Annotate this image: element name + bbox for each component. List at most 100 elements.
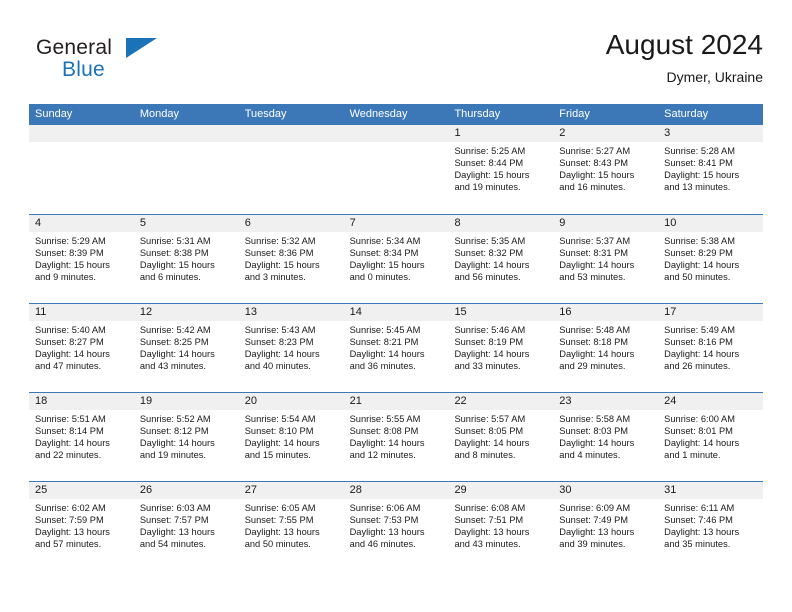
- calendar-day-cell-26[interactable]: 26 Sunrise: 6:03 AM Sunset: 7:57 PM Dayl…: [133, 482, 239, 570]
- sunset-time: Sunset: 8:12 PM: [139, 426, 209, 437]
- daylight-line-1: Daylight: 14 hours: [664, 260, 740, 271]
- daylight-line-1: Daylight: 14 hours: [139, 438, 215, 449]
- sunrise-time: Sunrise: 6:02 AM: [35, 503, 106, 513]
- daylight-line-1: Daylight: 14 hours: [244, 438, 320, 449]
- day-details: Sunrise: 6:11 AM Sunset: 7:46 PM Dayligh…: [658, 499, 763, 550]
- calendar-day-cell-4[interactable]: 4 Sunrise: 5:29 AM Sunset: 8:39 PM Dayli…: [29, 215, 134, 303]
- calendar-page: General Blue August 2024 Dymer, Ukraine …: [0, 0, 792, 612]
- calendar-day-cell-28[interactable]: 28 Sunrise: 6:06 AM Sunset: 7:53 PM Dayl…: [343, 482, 449, 570]
- daylight-line-2: and 15 minutes.: [244, 450, 311, 461]
- page-title: August 2024: [605, 29, 763, 60]
- daylight-line-2: and 8 minutes.: [454, 450, 516, 461]
- daylight-line-1: Daylight: 13 hours: [664, 527, 740, 538]
- calendar-day-cell-27[interactable]: 27 Sunrise: 6:05 AM Sunset: 7:55 PM Dayl…: [238, 482, 344, 570]
- sunset-time: Sunset: 8:21 PM: [349, 337, 419, 348]
- calendar-week-row-3: 11 Sunrise: 5:40 AM Sunset: 8:27 PM Dayl…: [29, 303, 764, 392]
- day-details: Sunrise: 5:43 AM Sunset: 8:23 PM Dayligh…: [239, 321, 344, 372]
- sunset-time: Sunset: 8:18 PM: [559, 337, 629, 348]
- calendar-day-cell-6[interactable]: 6 Sunrise: 5:32 AM Sunset: 8:36 PM Dayli…: [238, 215, 344, 303]
- calendar-day-cell-14[interactable]: 14 Sunrise: 5:45 AM Sunset: 8:21 PM Dayl…: [343, 304, 449, 392]
- daylight-line-1: Daylight: 13 hours: [559, 527, 635, 538]
- day-number: 9: [553, 215, 659, 232]
- daylight-line-2: and 35 minutes.: [664, 539, 731, 550]
- calendar-day-cell-31[interactable]: 31 Sunrise: 6:11 AM Sunset: 7:46 PM Dayl…: [658, 482, 764, 570]
- calendar-day-cell-16[interactable]: 16 Sunrise: 5:48 AM Sunset: 8:18 PM Dayl…: [553, 304, 659, 392]
- sunset-time: Sunset: 7:59 PM: [35, 515, 104, 526]
- daylight-line-1: Daylight: 14 hours: [35, 438, 110, 449]
- sunset-time: Sunset: 8:08 PM: [349, 426, 419, 437]
- sunrise-time: Sunrise: 5:49 AM: [664, 325, 735, 335]
- calendar-day-cell-3[interactable]: 3 Sunrise: 5:28 AM Sunset: 8:41 PM Dayli…: [658, 125, 764, 214]
- daylight-line-2: and 50 minutes.: [244, 539, 311, 550]
- sunset-time: Sunset: 8:41 PM: [664, 158, 733, 169]
- sunrise-time: Sunrise: 5:45 AM: [349, 325, 421, 335]
- daylight-line-2: and 1 minute.: [664, 450, 721, 461]
- calendar-day-cell-empty: [343, 125, 449, 214]
- general-blue-logo[interactable]: General Blue: [29, 36, 249, 92]
- calendar-day-cell-10[interactable]: 10 Sunrise: 5:38 AM Sunset: 8:29 PM Dayl…: [658, 215, 764, 303]
- calendar-day-cell-1[interactable]: 1 Sunrise: 5:25 AM Sunset: 8:44 PM Dayli…: [448, 125, 554, 214]
- daylight-line-1: Daylight: 14 hours: [559, 349, 635, 360]
- calendar-day-cell-23[interactable]: 23 Sunrise: 5:58 AM Sunset: 8:03 PM Dayl…: [553, 393, 659, 481]
- day-details: Sunrise: 5:28 AM Sunset: 8:41 PM Dayligh…: [658, 142, 763, 193]
- sunrise-time: Sunrise: 5:57 AM: [454, 414, 526, 424]
- calendar-day-cell-24[interactable]: 24 Sunrise: 6:00 AM Sunset: 8:01 PM Dayl…: [658, 393, 764, 481]
- sunrise-time: Sunrise: 5:28 AM: [664, 146, 735, 156]
- calendar-day-cell-8[interactable]: 8 Sunrise: 5:35 AM Sunset: 8:32 PM Dayli…: [448, 215, 554, 303]
- day-number: 12: [133, 304, 239, 321]
- sunset-time: Sunset: 7:57 PM: [139, 515, 209, 526]
- sunset-time: Sunset: 8:32 PM: [454, 248, 524, 259]
- calendar-day-cell-30[interactable]: 30 Sunrise: 6:09 AM Sunset: 7:49 PM Dayl…: [553, 482, 659, 570]
- daylight-line-2: and 43 minutes.: [139, 361, 207, 372]
- day-number: 23: [553, 393, 659, 410]
- weekday-header-sunday: Sunday: [35, 108, 73, 120]
- day-number: 14: [343, 304, 449, 321]
- day-number: 16: [553, 304, 659, 321]
- day-number: [238, 125, 344, 142]
- day-details: Sunrise: 5:40 AM Sunset: 8:27 PM Dayligh…: [29, 321, 134, 372]
- daylight-line-1: Daylight: 13 hours: [349, 527, 425, 538]
- day-number: 31: [658, 482, 764, 499]
- daylight-line-2: and 0 minutes.: [349, 272, 411, 283]
- sunrise-time: Sunrise: 5:34 AM: [349, 236, 421, 246]
- calendar-day-cell-22[interactable]: 22 Sunrise: 5:57 AM Sunset: 8:05 PM Dayl…: [448, 393, 554, 481]
- daylight-line-1: Daylight: 14 hours: [244, 349, 320, 360]
- day-number: 21: [343, 393, 449, 410]
- day-number: [133, 125, 239, 142]
- day-number: [29, 125, 134, 142]
- sunset-time: Sunset: 8:01 PM: [664, 426, 733, 437]
- calendar-day-cell-5[interactable]: 5 Sunrise: 5:31 AM Sunset: 8:38 PM Dayli…: [133, 215, 239, 303]
- calendar-day-cell-17[interactable]: 17 Sunrise: 5:49 AM Sunset: 8:16 PM Dayl…: [658, 304, 764, 392]
- day-number: 18: [29, 393, 134, 410]
- calendar-day-cell-13[interactable]: 13 Sunrise: 5:43 AM Sunset: 8:23 PM Dayl…: [238, 304, 344, 392]
- calendar-day-cell-29[interactable]: 29 Sunrise: 6:08 AM Sunset: 7:51 PM Dayl…: [448, 482, 554, 570]
- daylight-line-2: and 3 minutes.: [244, 272, 306, 283]
- weekday-header-wednesday: Wednesday: [349, 108, 408, 120]
- day-details: [239, 142, 344, 145]
- calendar-day-cell-25[interactable]: 25 Sunrise: 6:02 AM Sunset: 7:59 PM Dayl…: [29, 482, 134, 570]
- calendar-day-cell-20[interactable]: 20 Sunrise: 5:54 AM Sunset: 8:10 PM Dayl…: [238, 393, 344, 481]
- calendar-day-cell-11[interactable]: 11 Sunrise: 5:40 AM Sunset: 8:27 PM Dayl…: [29, 304, 134, 392]
- calendar-day-cell-19[interactable]: 19 Sunrise: 5:52 AM Sunset: 8:12 PM Dayl…: [133, 393, 239, 481]
- sunrise-time: Sunrise: 5:55 AM: [349, 414, 421, 424]
- day-number: 27: [238, 482, 344, 499]
- calendar-day-cell-2[interactable]: 2 Sunrise: 5:27 AM Sunset: 8:43 PM Dayli…: [553, 125, 659, 214]
- calendar-day-cell-empty: [133, 125, 239, 214]
- calendar-day-cell-18[interactable]: 18 Sunrise: 5:51 AM Sunset: 8:14 PM Dayl…: [29, 393, 134, 481]
- calendar-day-cell-9[interactable]: 9 Sunrise: 5:37 AM Sunset: 8:31 PM Dayli…: [553, 215, 659, 303]
- day-number: 26: [133, 482, 239, 499]
- daylight-line-1: Daylight: 13 hours: [35, 527, 110, 538]
- day-details: Sunrise: 6:03 AM Sunset: 7:57 PM Dayligh…: [134, 499, 239, 550]
- calendar-day-cell-7[interactable]: 7 Sunrise: 5:34 AM Sunset: 8:34 PM Dayli…: [343, 215, 449, 303]
- daylight-line-2: and 22 minutes.: [35, 450, 102, 461]
- sunrise-time: Sunrise: 5:52 AM: [139, 414, 211, 424]
- day-details: Sunrise: 5:42 AM Sunset: 8:25 PM Dayligh…: [134, 321, 239, 372]
- sunset-time: Sunset: 8:36 PM: [244, 248, 314, 259]
- daylight-line-2: and 26 minutes.: [664, 361, 731, 372]
- sunset-time: Sunset: 8:43 PM: [559, 158, 629, 169]
- daylight-line-2: and 47 minutes.: [35, 361, 102, 372]
- calendar-day-cell-12[interactable]: 12 Sunrise: 5:42 AM Sunset: 8:25 PM Dayl…: [133, 304, 239, 392]
- calendar-day-cell-21[interactable]: 21 Sunrise: 5:55 AM Sunset: 8:08 PM Dayl…: [343, 393, 449, 481]
- calendar-day-cell-15[interactable]: 15 Sunrise: 5:46 AM Sunset: 8:19 PM Dayl…: [448, 304, 554, 392]
- sunrise-time: Sunrise: 5:46 AM: [454, 325, 526, 335]
